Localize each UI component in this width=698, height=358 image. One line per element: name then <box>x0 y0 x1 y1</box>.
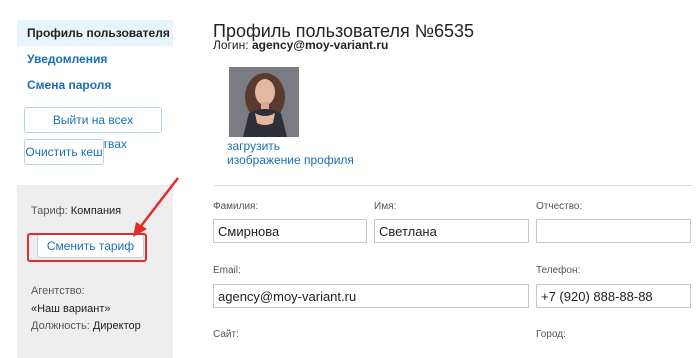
name-field[interactable] <box>374 219 529 243</box>
city-label: Город: <box>536 329 566 340</box>
surname-label: Фамилия: <box>213 201 259 212</box>
tariff-label: Тариф: <box>31 205 68 217</box>
sidebar: Профиль пользователя Уведомления Смена п… <box>17 20 173 98</box>
clear-cache-button[interactable]: Очистить кеш <box>24 139 104 165</box>
upload-line-2: изображение профиля <box>227 153 354 167</box>
sidebar-item-notifications[interactable]: Уведомления <box>17 46 173 72</box>
tariff-panel: Тариф: Компания Сменить тариф Агентство:… <box>17 185 173 358</box>
patronymic-label: Отчество: <box>536 201 583 212</box>
login-label: Логин: <box>213 38 249 52</box>
agency-label: Агентство: <box>31 285 85 297</box>
position-label: Должность: <box>31 320 90 332</box>
tariff-info: Тариф: Компания <box>31 205 121 217</box>
login-info: Логин: agency@moy-variant.ru <box>213 38 388 52</box>
phone-field[interactable] <box>536 284 691 308</box>
avatar[interactable] <box>229 67 299 137</box>
email-label: Email: <box>213 265 241 276</box>
email-field[interactable] <box>213 284 529 308</box>
sidebar-item-profile[interactable]: Профиль пользователя <box>17 20 173 46</box>
patronymic-field[interactable] <box>536 219 691 243</box>
position-info: Должность: Директор <box>31 320 141 332</box>
site-label: Сайт: <box>213 329 239 340</box>
annotation-highlight-box <box>27 233 147 262</box>
avatar-image <box>229 67 299 137</box>
name-label: Имя: <box>374 201 397 212</box>
logout-all-devices-button[interactable]: Выйти на всех устройствах <box>24 107 162 151</box>
phone-label: Телефон: <box>536 265 581 276</box>
upload-profile-image-link[interactable]: загрузить изображение профиля <box>227 139 354 167</box>
surname-field[interactable] <box>213 219 367 243</box>
tariff-value: Компания <box>70 205 122 217</box>
login-value: agency@moy-variant.ru <box>251 38 389 52</box>
position-value: Директор <box>92 320 141 332</box>
sidebar-item-change-password[interactable]: Смена пароля <box>17 72 173 98</box>
divider <box>213 185 693 186</box>
upload-line-1: загрузить <box>227 139 281 153</box>
agency-value: «Наш вариант» <box>31 303 111 315</box>
